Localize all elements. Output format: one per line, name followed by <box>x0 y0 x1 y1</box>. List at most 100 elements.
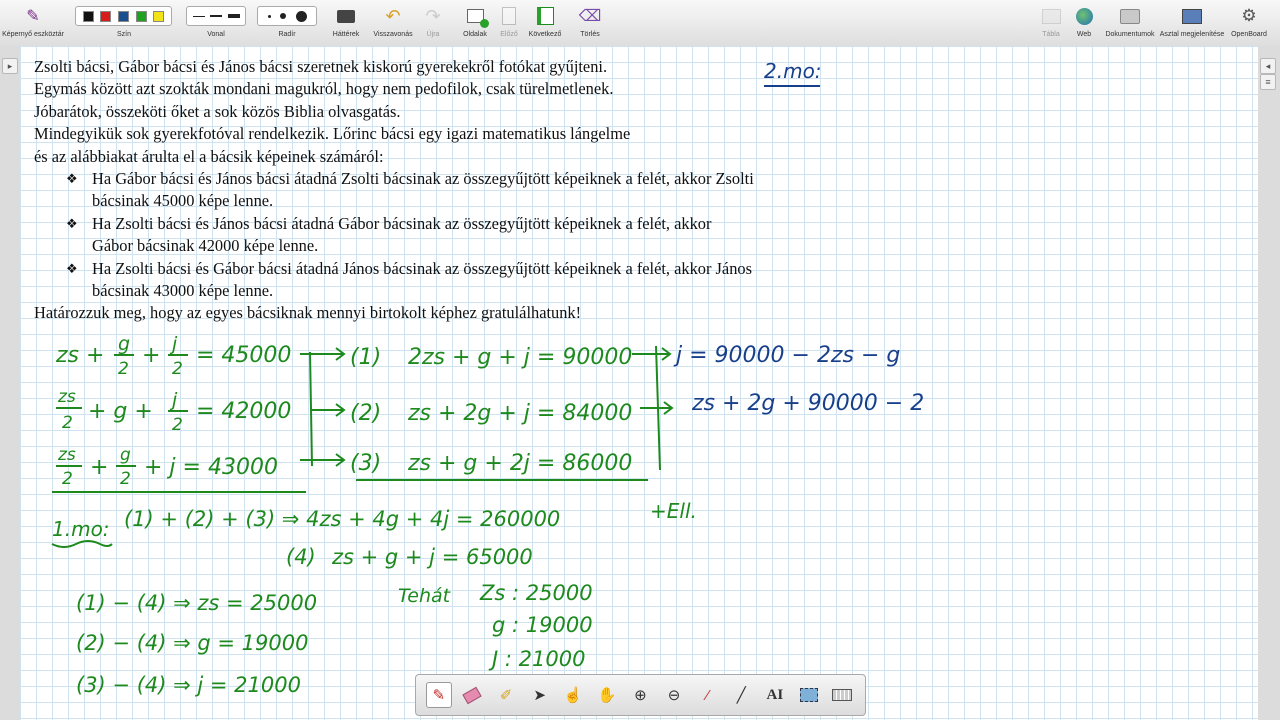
substitution-1: j = 90000 − 2zs − g <box>673 343 900 368</box>
eq-b-den: 2 <box>62 413 73 433</box>
highlighter-icon: ✐ <box>499 687 513 704</box>
eq-a-den2: 2 <box>172 359 183 379</box>
zoom-out-icon: ⊖ <box>667 687 681 704</box>
sum-equation: (1) + (2) + (3) ⇒ 4zs + 4g + 4j = 260000 <box>124 507 560 531</box>
result-g: g : 19000 <box>492 613 593 637</box>
color-label: Szín <box>116 31 132 38</box>
arrow-right-icon: ▸ <box>7 60 13 71</box>
eq-a-lhs: zs + <box>55 343 104 368</box>
handwriting-layer: 2.mo: zs + g 2 + j 2 = 45000 zs 2 + g + … <box>51 59 924 697</box>
substitution-2: zs + 2g + 90000 − 2 <box>691 391 924 416</box>
play-tool[interactable]: ☝ <box>560 682 586 708</box>
eraser-label: Radír <box>278 31 296 38</box>
color-swatch-red[interactable] <box>100 10 112 22</box>
line-tool[interactable]: ╱ <box>728 682 754 708</box>
eraser-large-option[interactable] <box>295 10 307 22</box>
color-swatch-blue[interactable] <box>117 10 129 22</box>
show-desktop-button[interactable] <box>1181 5 1203 27</box>
color-swatch-yellow[interactable] <box>153 10 165 22</box>
main-toolbar: ✎ Képernyő eszköztár Szín Vonal Radír Há… <box>0 0 1280 47</box>
color-swatch-black[interactable] <box>82 10 94 22</box>
left-panel-toggle[interactable]: ▸ <box>2 58 18 74</box>
color-swatch-green[interactable] <box>135 10 147 22</box>
laser-pointer-icon: ⁄ <box>706 686 709 704</box>
right-rail: ◂ ≡ <box>1258 46 1280 720</box>
folder-icon <box>1120 8 1140 24</box>
right-panel-toggle[interactable]: ◂ <box>1260 58 1276 74</box>
line-thin-option[interactable] <box>192 15 205 17</box>
backgrounds-button[interactable] <box>335 5 357 27</box>
line-label: Vonal <box>207 31 225 38</box>
hand-pointer-icon: ☝ <box>563 687 583 704</box>
line-width-picker <box>186 6 246 26</box>
keyboard-grid-icon <box>337 9 355 23</box>
eraser-small-option[interactable] <box>267 14 271 18</box>
marker-tool[interactable]: ✐ <box>493 682 519 708</box>
left-rail: ▸ <box>0 46 20 720</box>
virtual-keyboard-tool[interactable] <box>829 682 855 708</box>
pages-label: Oldalak <box>463 31 487 38</box>
line-medium-option[interactable] <box>210 15 222 17</box>
web-mode-label: Web <box>1076 31 1092 38</box>
capture-tool[interactable] <box>796 682 822 708</box>
arrow-eq-2 <box>312 403 346 417</box>
eraser-tool[interactable] <box>459 682 485 708</box>
hand-tool[interactable]: ✋ <box>594 682 620 708</box>
arrow-cursor-icon: ➤ <box>533 687 546 704</box>
properties-button[interactable]: ≡ <box>1260 74 1276 90</box>
result-j: J : 21000 <box>488 647 585 671</box>
next-page-label: Következő <box>528 31 562 38</box>
pen-tool[interactable]: ✎ <box>425 682 452 708</box>
pages-button[interactable] <box>464 5 489 28</box>
laser-tool[interactable]: ⁄ <box>695 682 721 708</box>
pen-icon: ✎ <box>432 687 446 704</box>
gear-icon: ⚙ <box>1241 6 1257 25</box>
check-note: +Ell. <box>650 499 697 523</box>
board-mode-button[interactable] <box>1040 5 1062 27</box>
whiteboard-page[interactable]: Zsolti bácsi, Gábor bácsi és János bácsi… <box>20 46 1258 720</box>
next-page-icon <box>536 7 554 25</box>
text-icon: AI <box>766 686 784 703</box>
arrow-to-sub-2 <box>640 401 674 415</box>
openboard-menu-button[interactable]: ⚙ <box>1238 5 1260 27</box>
zoom-in-icon: ⊕ <box>634 687 647 704</box>
sys-eq-1: 2zs + g + j = 90000 <box>408 345 632 370</box>
eq-c-num2: g <box>120 445 131 465</box>
next-page-button[interactable] <box>534 5 556 27</box>
pen-palette-icon: ✎ <box>26 8 40 25</box>
arrow-left-icon: ◂ <box>1265 60 1271 71</box>
eq-c-plus: + <box>90 455 108 480</box>
eq-a-num2: j <box>169 333 178 355</box>
method-1-underline <box>51 540 113 548</box>
eq-c-den2: 2 <box>120 469 131 489</box>
eq-4: zs + g + j = 65000 <box>331 545 533 569</box>
eq-b-mid: + g + <box>88 399 153 424</box>
arrow-eq-1 <box>300 347 346 361</box>
zoom-in-tool[interactable]: ⊕ <box>627 682 653 708</box>
add-page-icon <box>466 9 489 28</box>
undo-label: Visszavonás <box>373 31 413 38</box>
zoom-out-tool[interactable]: ⊖ <box>661 682 687 708</box>
sys-label-2: (2) <box>350 401 381 426</box>
board-mode-label: Tábla <box>1042 31 1060 38</box>
undo-button[interactable]: ↶ <box>382 5 404 27</box>
documents-mode-button[interactable] <box>1119 5 1141 27</box>
eraser-medium-option[interactable] <box>280 13 286 19</box>
sys-eq-3: zs + g + 2j = 86000 <box>407 451 632 476</box>
clear-page-button[interactable]: ⌫ <box>579 5 602 27</box>
web-mode-button[interactable] <box>1073 5 1095 27</box>
redo-button[interactable]: ↷ <box>422 5 444 27</box>
selector-tool[interactable]: ➤ <box>527 682 553 708</box>
previous-page-button[interactable] <box>498 5 520 27</box>
difference-1: (1) − (4) ⇒ zs = 25000 <box>76 591 317 615</box>
line-icon: ╱ <box>736 687 746 704</box>
eraser-icon <box>462 686 483 704</box>
color-picker <box>75 6 172 26</box>
text-tool[interactable]: AI <box>762 682 788 708</box>
hand-icon: ✋ <box>597 687 617 704</box>
screen-tools-button[interactable]: ✎ <box>22 5 44 27</box>
undo-arrow-icon: ↶ <box>385 5 401 26</box>
line-thick-option[interactable] <box>227 14 240 18</box>
sys-eq-2: zs + 2g + j = 84000 <box>407 401 632 426</box>
method-2-heading: 2.mo: <box>764 59 822 83</box>
